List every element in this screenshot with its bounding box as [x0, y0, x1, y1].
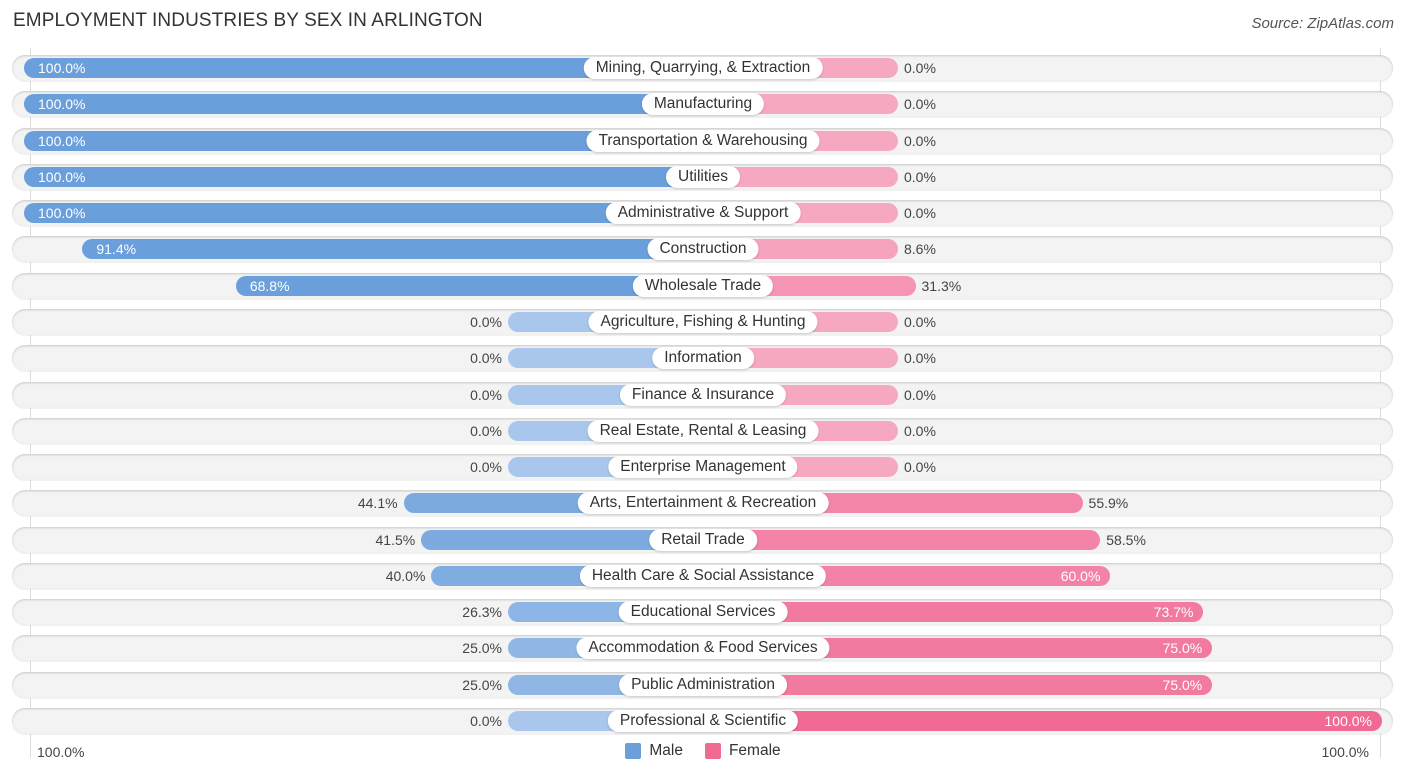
category-label: Transportation & Warehousing — [586, 129, 820, 152]
value-label-male: 0.0% — [470, 459, 502, 476]
value-label-female: 100.0% — [1324, 713, 1372, 730]
value-label-female: 73.7% — [1153, 604, 1194, 621]
value-label-male: 100.0% — [38, 96, 86, 113]
category-label: Mining, Quarrying, & Extraction — [583, 57, 823, 79]
value-label-female: 75.0% — [1162, 640, 1203, 657]
male-swatch — [625, 743, 642, 759]
bar-male[interactable] — [24, 166, 703, 187]
value-label-female: 75.0% — [1162, 676, 1203, 693]
legend-label-male: Male — [649, 742, 683, 759]
category-label: Manufacturing — [641, 93, 765, 116]
value-label-female: 0.0% — [904, 350, 936, 367]
value-label-male: 100.0% — [38, 205, 86, 222]
value-label-male: 26.3% — [462, 604, 502, 621]
value-label-male: 100.0% — [38, 132, 86, 149]
category-label: Public Administration — [619, 673, 787, 696]
value-label-female: 8.6% — [904, 241, 936, 258]
value-label-male: 25.0% — [462, 640, 502, 657]
category-label: Construction — [647, 238, 759, 261]
value-label-male: 0.0% — [470, 713, 502, 730]
value-label-female: 31.3% — [921, 277, 962, 294]
category-label: Professional & Scientific — [607, 710, 799, 733]
category-label: Agriculture, Fishing & Hunting — [588, 310, 818, 333]
category-label: Wholesale Trade — [632, 274, 774, 297]
value-label-female: 0.0% — [904, 422, 936, 439]
category-label: Retail Trade — [649, 528, 757, 551]
category-label: Information — [652, 347, 754, 370]
value-label-female: 60.0% — [1060, 567, 1101, 584]
value-label-male: 40.0% — [385, 567, 426, 584]
diverging-bar-chart: 100.0% 0.0% Mining, Quarrying, & Extractio… — [0, 0, 1406, 776]
legend-item-female[interactable]: Female — [704, 742, 781, 760]
value-label-male: 41.5% — [375, 531, 416, 548]
category-label: Finance & Insurance — [619, 383, 787, 406]
value-label-female: 0.0% — [904, 132, 936, 149]
value-label-female: 0.0% — [904, 205, 936, 222]
bar-female[interactable] — [703, 529, 1101, 550]
category-label: Real Estate, Rental & Leasing — [587, 419, 819, 442]
value-label-female: 0.0% — [904, 459, 936, 476]
category-label: Administrative & Support — [605, 202, 801, 225]
bar-female[interactable] — [703, 711, 1382, 732]
value-label-female: 58.5% — [1106, 531, 1146, 548]
legend: Male Female — [0, 742, 1406, 760]
value-label-male: 0.0% — [470, 386, 502, 403]
value-label-female: 0.0% — [904, 386, 936, 403]
value-label-male: 100.0% — [38, 60, 86, 76]
bar-male[interactable] — [24, 94, 703, 115]
bar-male[interactable] — [82, 239, 703, 260]
legend-item-male[interactable]: Male — [625, 742, 683, 760]
category-label: Health Care & Social Assistance — [579, 564, 827, 587]
value-label-female: 0.0% — [904, 96, 936, 113]
category-label: Utilities — [666, 165, 740, 188]
value-label-male: 25.0% — [462, 676, 502, 693]
category-label: Arts, Entertainment & Recreation — [577, 492, 829, 515]
value-label-female: 0.0% — [904, 313, 936, 330]
value-label-female: 55.9% — [1088, 495, 1129, 512]
value-label-female: 0.0% — [904, 60, 936, 76]
bar-male[interactable] — [24, 203, 703, 224]
value-label-male: 44.1% — [357, 495, 398, 512]
legend-label-female: Female — [728, 742, 781, 759]
category-label: Educational Services — [618, 601, 788, 624]
category-label: Enterprise Management — [608, 456, 798, 479]
value-label-male: 68.8% — [249, 277, 290, 294]
value-label-male: 0.0% — [470, 350, 502, 367]
category-label: Accommodation & Food Services — [576, 637, 830, 660]
value-label-male: 0.0% — [470, 313, 502, 330]
value-label-male: 100.0% — [38, 168, 86, 185]
value-label-male: 0.0% — [470, 422, 502, 439]
female-swatch — [704, 743, 721, 759]
value-label-female: 0.0% — [904, 168, 936, 185]
value-label-male: 91.4% — [96, 241, 137, 258]
